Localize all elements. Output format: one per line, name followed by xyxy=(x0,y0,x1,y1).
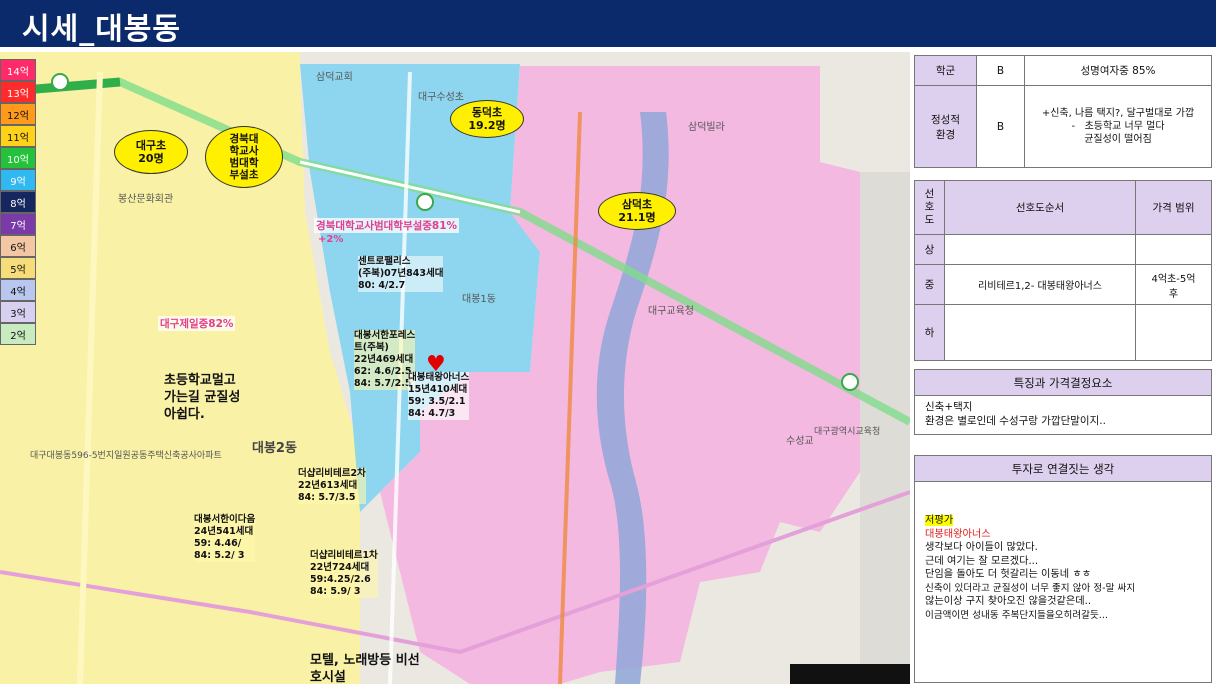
legend-13: 13억 xyxy=(0,81,36,103)
place-label: 봉산문화회관 xyxy=(118,194,174,205)
middle-school-jeil-label[interactable]: 대구제일중82% xyxy=(158,316,236,331)
thoughts-line: 근데 여기는 잘 모르겠다... xyxy=(925,555,1039,567)
complex-taewang-honors[interactable]: 대봉태왕아너스 15년410세대 59: 3.5/2.1 84: 4.7/3 xyxy=(408,372,470,420)
place-label: 삼덕교회 xyxy=(316,72,353,83)
thoughts-line: 신축이 있더라고 균질성이 너무 좋지 않아 정-말 싸지 xyxy=(925,582,1136,594)
thoughts-complex-name: 대봉태왕아너스 xyxy=(925,528,991,540)
school-daegu-elementary[interactable]: 대구초 20명 xyxy=(114,130,188,174)
school-name-line: 범대학 xyxy=(229,157,259,169)
row-grade: B xyxy=(976,85,1025,168)
legend-6: 6억 xyxy=(0,235,36,257)
place-label: 대구수성초 xyxy=(418,92,464,103)
features-title: 특징과 가격결정요소 xyxy=(915,370,1211,396)
school-samdeok-elementary[interactable]: 삼덕초 21.1명 xyxy=(598,192,676,230)
thoughts-title: 투자로 연결짓는 생각 xyxy=(915,456,1211,482)
thoughts-line: 단임을 돌아도 더 헛갈리는 이동네 ㅎㅎ xyxy=(925,569,1092,580)
header-bar: 시세_대봉동 xyxy=(0,0,1216,47)
school-name: 동덕초 xyxy=(471,106,503,119)
thoughts-body: 저평가 대봉태왕아너스 생각보다 아이들이 많았다. 근데 여기는 잘 모르겠다… xyxy=(915,482,1211,626)
middle-school-kyungpook-label[interactable]: 경북대학교사범대학부설중81% xyxy=(314,218,460,233)
page-title: 시세_대봉동 xyxy=(22,12,181,47)
features-line: 환경은 별로인데 수성구랑 가깝단말이지.. xyxy=(925,415,1106,427)
legend-7: 7억 xyxy=(0,213,36,235)
place-label: 삼덕빌라 xyxy=(688,122,725,133)
thoughts-line: 않는이상 구지 찾아오진 않을것같은데.. xyxy=(925,596,1092,607)
features-panel: 특징과 가격결정요소 신축+택지 환경은 별로인데 수성구랑 가깝단말이지.. xyxy=(914,369,1212,435)
school-kyungpook-elementary[interactable]: 경북대 학교사 범대학 부설초 xyxy=(205,126,283,188)
pref-order xyxy=(944,304,1136,361)
pref-order xyxy=(944,234,1136,265)
school-dongdeok-elementary[interactable]: 동덕초 19.2명 xyxy=(450,100,524,138)
legend-4: 4억 xyxy=(0,279,36,301)
place-label: 대봉1동 xyxy=(462,294,496,305)
pref-level: 상 xyxy=(914,234,945,265)
price-legend: 14억 13억 12억 11억 10억 9억 8억 7억 6억 5억 4억 3억… xyxy=(0,59,36,345)
legend-9: 9억 xyxy=(0,169,36,191)
features-body: 신축+택지 환경은 별로인데 수성구랑 가깝단말이지.. xyxy=(915,396,1211,432)
school-district-table: 학군 B 성명여자중 85% 정성적 환경 B +신축, 나름 택지?, 달구벌… xyxy=(914,55,1212,168)
pref-order: 리비테르1,2- 대봉태왕아너스 xyxy=(944,264,1136,305)
pref-level: 중 xyxy=(914,264,945,305)
pref-price xyxy=(1135,234,1212,265)
middle-school-delta: +2% xyxy=(318,234,344,245)
complex-centro-palace[interactable]: 센트로팰리스 (주복)07년843세대 80: 4/2.7 xyxy=(358,256,444,292)
investment-thoughts-panel: 투자로 연결짓는 생각 저평가 대봉태왕아너스 생각보다 아이들이 많았다. 근… xyxy=(914,455,1212,683)
pref-col-order: 선호도순서 xyxy=(944,180,1136,235)
pref-level: 하 xyxy=(914,304,945,361)
row-label: 정성적 환경 xyxy=(914,85,977,168)
row-label: 학군 xyxy=(914,55,977,86)
map-note-facilities: 모텔, 노래방등 비선 호시설 xyxy=(310,653,420,684)
place-label: 수성교 xyxy=(786,436,814,447)
row-desc: +신축, 나름 택지?, 달구벌대로 가깝 - 초등학교 너무 멀다 균질성이 … xyxy=(1024,85,1212,168)
pref-col-price: 가격 범위 xyxy=(1135,180,1212,235)
legend-14: 14억 xyxy=(0,59,36,81)
thoughts-line: 이금액이면 성내동 주복단지들을오히려갈듯... xyxy=(925,609,1108,621)
school-name-line: 학교사 xyxy=(229,145,259,157)
map-note-elementary: 초등학교멀고 가는길 균질성 아쉽다. xyxy=(164,373,241,422)
place-label: 대구교육청 xyxy=(648,306,694,317)
school-name-line: 부설초 xyxy=(229,169,259,181)
legend-11: 11억 xyxy=(0,125,36,147)
school-name: 삼덕초 xyxy=(621,198,653,211)
thoughts-line: 생각보다 아이들이 많았다. xyxy=(925,542,1038,553)
row-grade: B xyxy=(976,55,1025,86)
pref-side-label: 선 호 도 xyxy=(914,180,945,235)
school-class-size: 21.1명 xyxy=(618,211,656,224)
place-label: 대구대봉동596-5번지일원공동주택신축공사아파트 xyxy=(30,451,222,461)
complex-seohan-idaum[interactable]: 대봉서한이다음 24년541세대 59: 4.46/ 84: 5.2/ 3 xyxy=(194,514,256,562)
complex-the-sharp-1[interactable]: 더샵리비테르1차 22년724세대 59:4.25/2.6 84: 5.9/ 3 xyxy=(310,550,378,598)
preference-table: 선 호 도 선호도순서 가격 범위 상 중 리비테르1,2- 대봉태왕아너스 4… xyxy=(914,180,1212,361)
legend-10: 10억 xyxy=(0,147,36,169)
row-desc: 성명여자중 85% xyxy=(1024,55,1212,86)
legend-2: 2억 xyxy=(0,323,36,345)
complex-seohan-forest[interactable]: 대봉서한포레스 트(주복) 22년469세대 62: 4.6/2.5 84: 5… xyxy=(354,330,416,390)
school-class-size: 19.2명 xyxy=(468,119,506,132)
thoughts-undervalued: 저평가 xyxy=(925,515,954,526)
place-label: 대구광역시교육청 xyxy=(814,427,881,437)
pref-price xyxy=(1135,304,1212,361)
school-name-line: 경북대 xyxy=(229,133,259,145)
school-class-size: 20명 xyxy=(138,152,164,165)
legend-3: 3억 xyxy=(0,301,36,323)
legend-8: 8억 xyxy=(0,191,36,213)
complex-the-sharp-2[interactable]: 더샵리비테르2차 22년613세대 84: 5.7/3.5 xyxy=(298,468,366,504)
features-line: 신축+택지 xyxy=(925,401,973,413)
map-area[interactable]: 14억 13억 12억 11억 10억 9억 8억 7억 6억 5억 4억 3억… xyxy=(0,52,910,684)
school-name: 대구초 xyxy=(135,139,167,152)
legend-12: 12억 xyxy=(0,103,36,125)
legend-5: 5억 xyxy=(0,257,36,279)
pref-price: 4억초-5억 후 xyxy=(1135,264,1212,305)
place-label: 대봉2동 xyxy=(252,441,297,456)
